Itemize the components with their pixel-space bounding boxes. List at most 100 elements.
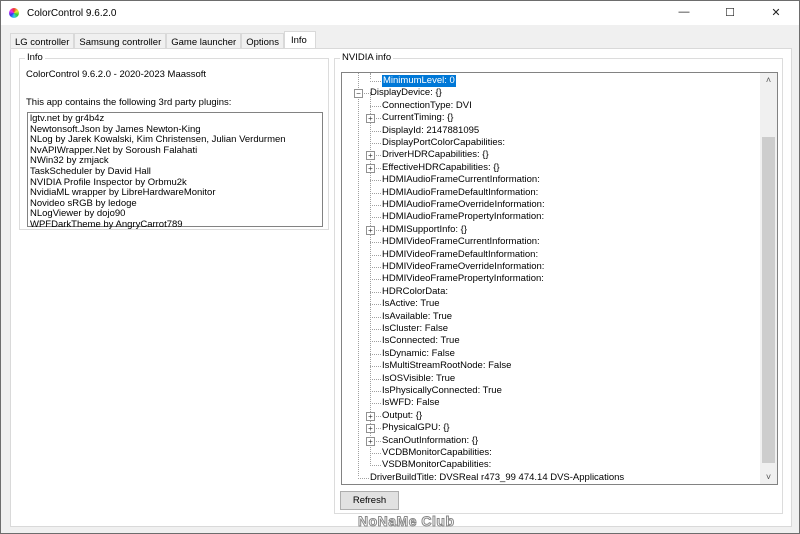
info-group: Info ColorControl 9.6.2.0 - 2020-2023 Ma… bbox=[19, 52, 329, 230]
nvidia-info-tree[interactable]: ˄ ˅ MinimumLevel: 0 − DisplayDevice: {} Con… bbox=[341, 72, 778, 485]
plugins-list[interactable]: lgtv.net by gr4b4z Newtonsoft.Json by Jam… bbox=[27, 112, 323, 230]
tree-node[interactable]: DriverHDRCapabilities: {} bbox=[382, 149, 489, 161]
tree-node[interactable]: HDMIVideoFrameOverrideInformation: bbox=[382, 261, 544, 273]
minimize-button[interactable]: — bbox=[661, 1, 707, 23]
tree-guide-line bbox=[370, 81, 381, 82]
tree-node[interactable]: HDMIAudioFrameCurrentInformation: bbox=[382, 174, 540, 186]
maximize-button[interactable]: ☐ bbox=[707, 1, 753, 23]
tab-info[interactable]: Info bbox=[283, 31, 316, 49]
watermark: NoNaMe Club bbox=[358, 513, 455, 530]
collapse-icon[interactable]: − bbox=[354, 89, 363, 99]
tree-guide-line bbox=[370, 465, 381, 467]
tree-guide-line bbox=[370, 279, 381, 281]
expand-icon[interactable]: + bbox=[366, 225, 375, 235]
title-bar: ColorControl 9.6.2.0 — ☐ ✕ bbox=[1, 1, 799, 25]
tree-node[interactable]: HDMIVideoFramePropertyInformation: bbox=[382, 273, 544, 285]
tree-guide-line bbox=[370, 329, 381, 330]
tree-guide-line bbox=[370, 316, 381, 318]
close-button[interactable]: ✕ bbox=[753, 1, 799, 23]
version-text: ColorControl 9.6.2.0 - 2020-2023 Maassof… bbox=[26, 69, 207, 80]
tree-guide-line bbox=[370, 180, 381, 182]
tree-node[interactable]: DisplayId: 2147881095 bbox=[382, 125, 479, 137]
tree-node[interactable]: PhysicalGPU: {} bbox=[382, 422, 450, 434]
expand-icon[interactable]: + bbox=[366, 424, 375, 434]
tree-node[interactable]: IsConnected: True bbox=[382, 335, 460, 347]
window-title: ColorControl 9.6.2.0 bbox=[27, 7, 117, 19]
tab-options[interactable]: Options bbox=[241, 33, 284, 49]
tab-bar: LG controller Samsung controller Game la… bbox=[10, 31, 316, 49]
tree-guide-line bbox=[370, 267, 381, 268]
tree-node[interactable]: HDMIAudioFramePropertyInformation: bbox=[382, 211, 544, 223]
tree-node[interactable]: HDMIVideoFrameCurrentInformation: bbox=[382, 236, 540, 248]
tree-guide-line bbox=[370, 366, 381, 368]
tree-guide-line bbox=[370, 291, 381, 293]
tree-guide-line bbox=[370, 91, 371, 464]
tree-node[interactable]: MinimumLevel: 0 bbox=[382, 75, 456, 87]
tree-node[interactable]: DisplayPortColorCapabilities: bbox=[382, 137, 505, 149]
tree-node[interactable]: ScanOutInformation: {} bbox=[382, 435, 478, 447]
expand-icon[interactable]: + bbox=[366, 151, 375, 161]
tree-guide-line bbox=[370, 341, 381, 343]
plugin-item[interactable]: TaskScheduler by David Hall bbox=[30, 166, 320, 178]
tree-node[interactable]: IsCluster: False bbox=[382, 323, 448, 335]
tab-game-launcher[interactable]: Game launcher bbox=[166, 33, 242, 49]
plugins-label: This app contains the following 3rd part… bbox=[26, 97, 232, 108]
tree-guide-line bbox=[370, 130, 381, 132]
tree-node[interactable]: HDMIAudioFrameDefaultInformation: bbox=[382, 187, 538, 199]
tab-samsung-controller[interactable]: Samsung controller bbox=[74, 33, 167, 49]
expand-icon[interactable]: + bbox=[366, 411, 375, 421]
tree-guide-line bbox=[370, 217, 381, 219]
nvidia-info-group: NVIDIA info ˄ ˅ MinimumLevel: 0 − DisplayD… bbox=[334, 52, 783, 514]
tree-guide-line bbox=[370, 105, 381, 107]
tree-node[interactable]: IsAvailable: True bbox=[382, 311, 452, 323]
tree-guide-line bbox=[370, 73, 371, 80]
tree-node[interactable]: CurrentTiming: {} bbox=[382, 112, 453, 124]
tree-guide-line bbox=[370, 304, 381, 306]
scroll-up-icon[interactable]: ˄ bbox=[760, 75, 777, 85]
tree-guide-line bbox=[370, 242, 381, 244]
tree-node[interactable]: IsWFD: False bbox=[382, 397, 440, 409]
tree-guide-line bbox=[370, 353, 381, 355]
app-window: ColorControl 9.6.2.0 — ☐ ✕ LG controller… bbox=[0, 0, 800, 534]
tree-node[interactable]: IsActive: True bbox=[382, 298, 440, 310]
nvidia-group-label: NVIDIA info bbox=[340, 52, 394, 63]
tab-lg-controller[interactable]: LG controller bbox=[10, 33, 75, 49]
tree-node[interactable]: DriverBuildTitle: DVSReal r473_99 474.14… bbox=[370, 472, 624, 484]
tree-node[interactable]: HDMIVideoFrameDefaultInformation: bbox=[382, 249, 538, 261]
tree-guide-line bbox=[370, 378, 381, 380]
tree-scrollbar[interactable]: ˄ ˅ bbox=[760, 73, 777, 484]
tree-node[interactable]: IsPhysicallyConnected: True bbox=[382, 385, 502, 397]
expand-icon[interactable]: + bbox=[366, 114, 375, 124]
tree-guide-line bbox=[370, 254, 381, 256]
tree-node[interactable]: HDMIAudioFrameOverrideInformation: bbox=[382, 199, 545, 211]
tree-node[interactable]: VCDBMonitorCapabilities: bbox=[382, 447, 492, 459]
tree-guide-line bbox=[370, 391, 381, 392]
tree-guide-line bbox=[370, 143, 381, 144]
tree-node[interactable]: DisplayDevice: {} bbox=[370, 87, 442, 99]
app-icon bbox=[9, 8, 19, 18]
tree-guide-line bbox=[370, 403, 381, 405]
tree-node[interactable]: EffectiveHDRCapabilities: {} bbox=[382, 162, 500, 174]
tree-guide-line bbox=[370, 205, 381, 206]
tree-node[interactable]: IsOSVisible: True bbox=[382, 373, 455, 385]
tree-node[interactable]: HDRColorData: bbox=[382, 286, 448, 298]
tree-guide-line bbox=[370, 192, 381, 194]
info-group-label: Info bbox=[25, 52, 45, 63]
plugin-item[interactable]: lgtv.net by gr4b4z bbox=[30, 113, 320, 125]
tree-node[interactable]: IsMultiStreamRootNode: False bbox=[382, 360, 511, 372]
tree-node[interactable]: HDMISupportInfo: {} bbox=[382, 224, 467, 236]
tree-node[interactable]: Output: {} bbox=[382, 410, 422, 422]
tree-node[interactable]: VSDBMonitorCapabilities: bbox=[382, 459, 491, 471]
expand-icon[interactable]: + bbox=[366, 163, 375, 173]
plugin-item[interactable]: WPFDarkTheme by AngryCarrot789 bbox=[30, 219, 320, 231]
tree-guide-line bbox=[370, 453, 381, 454]
tree-node[interactable]: IsDynamic: False bbox=[382, 348, 455, 360]
tree-guide-line bbox=[358, 477, 369, 479]
tree-guide-line bbox=[358, 73, 359, 476]
refresh-button[interactable]: Refresh bbox=[340, 491, 399, 510]
scrollbar-thumb[interactable] bbox=[762, 137, 775, 463]
scroll-down-icon[interactable]: ˅ bbox=[760, 472, 777, 482]
tree-node[interactable]: ConnectionType: DVI bbox=[382, 100, 472, 112]
expand-icon[interactable]: + bbox=[366, 436, 375, 446]
info-tab-page: Info ColorControl 9.6.2.0 - 2020-2023 Ma… bbox=[10, 48, 792, 527]
